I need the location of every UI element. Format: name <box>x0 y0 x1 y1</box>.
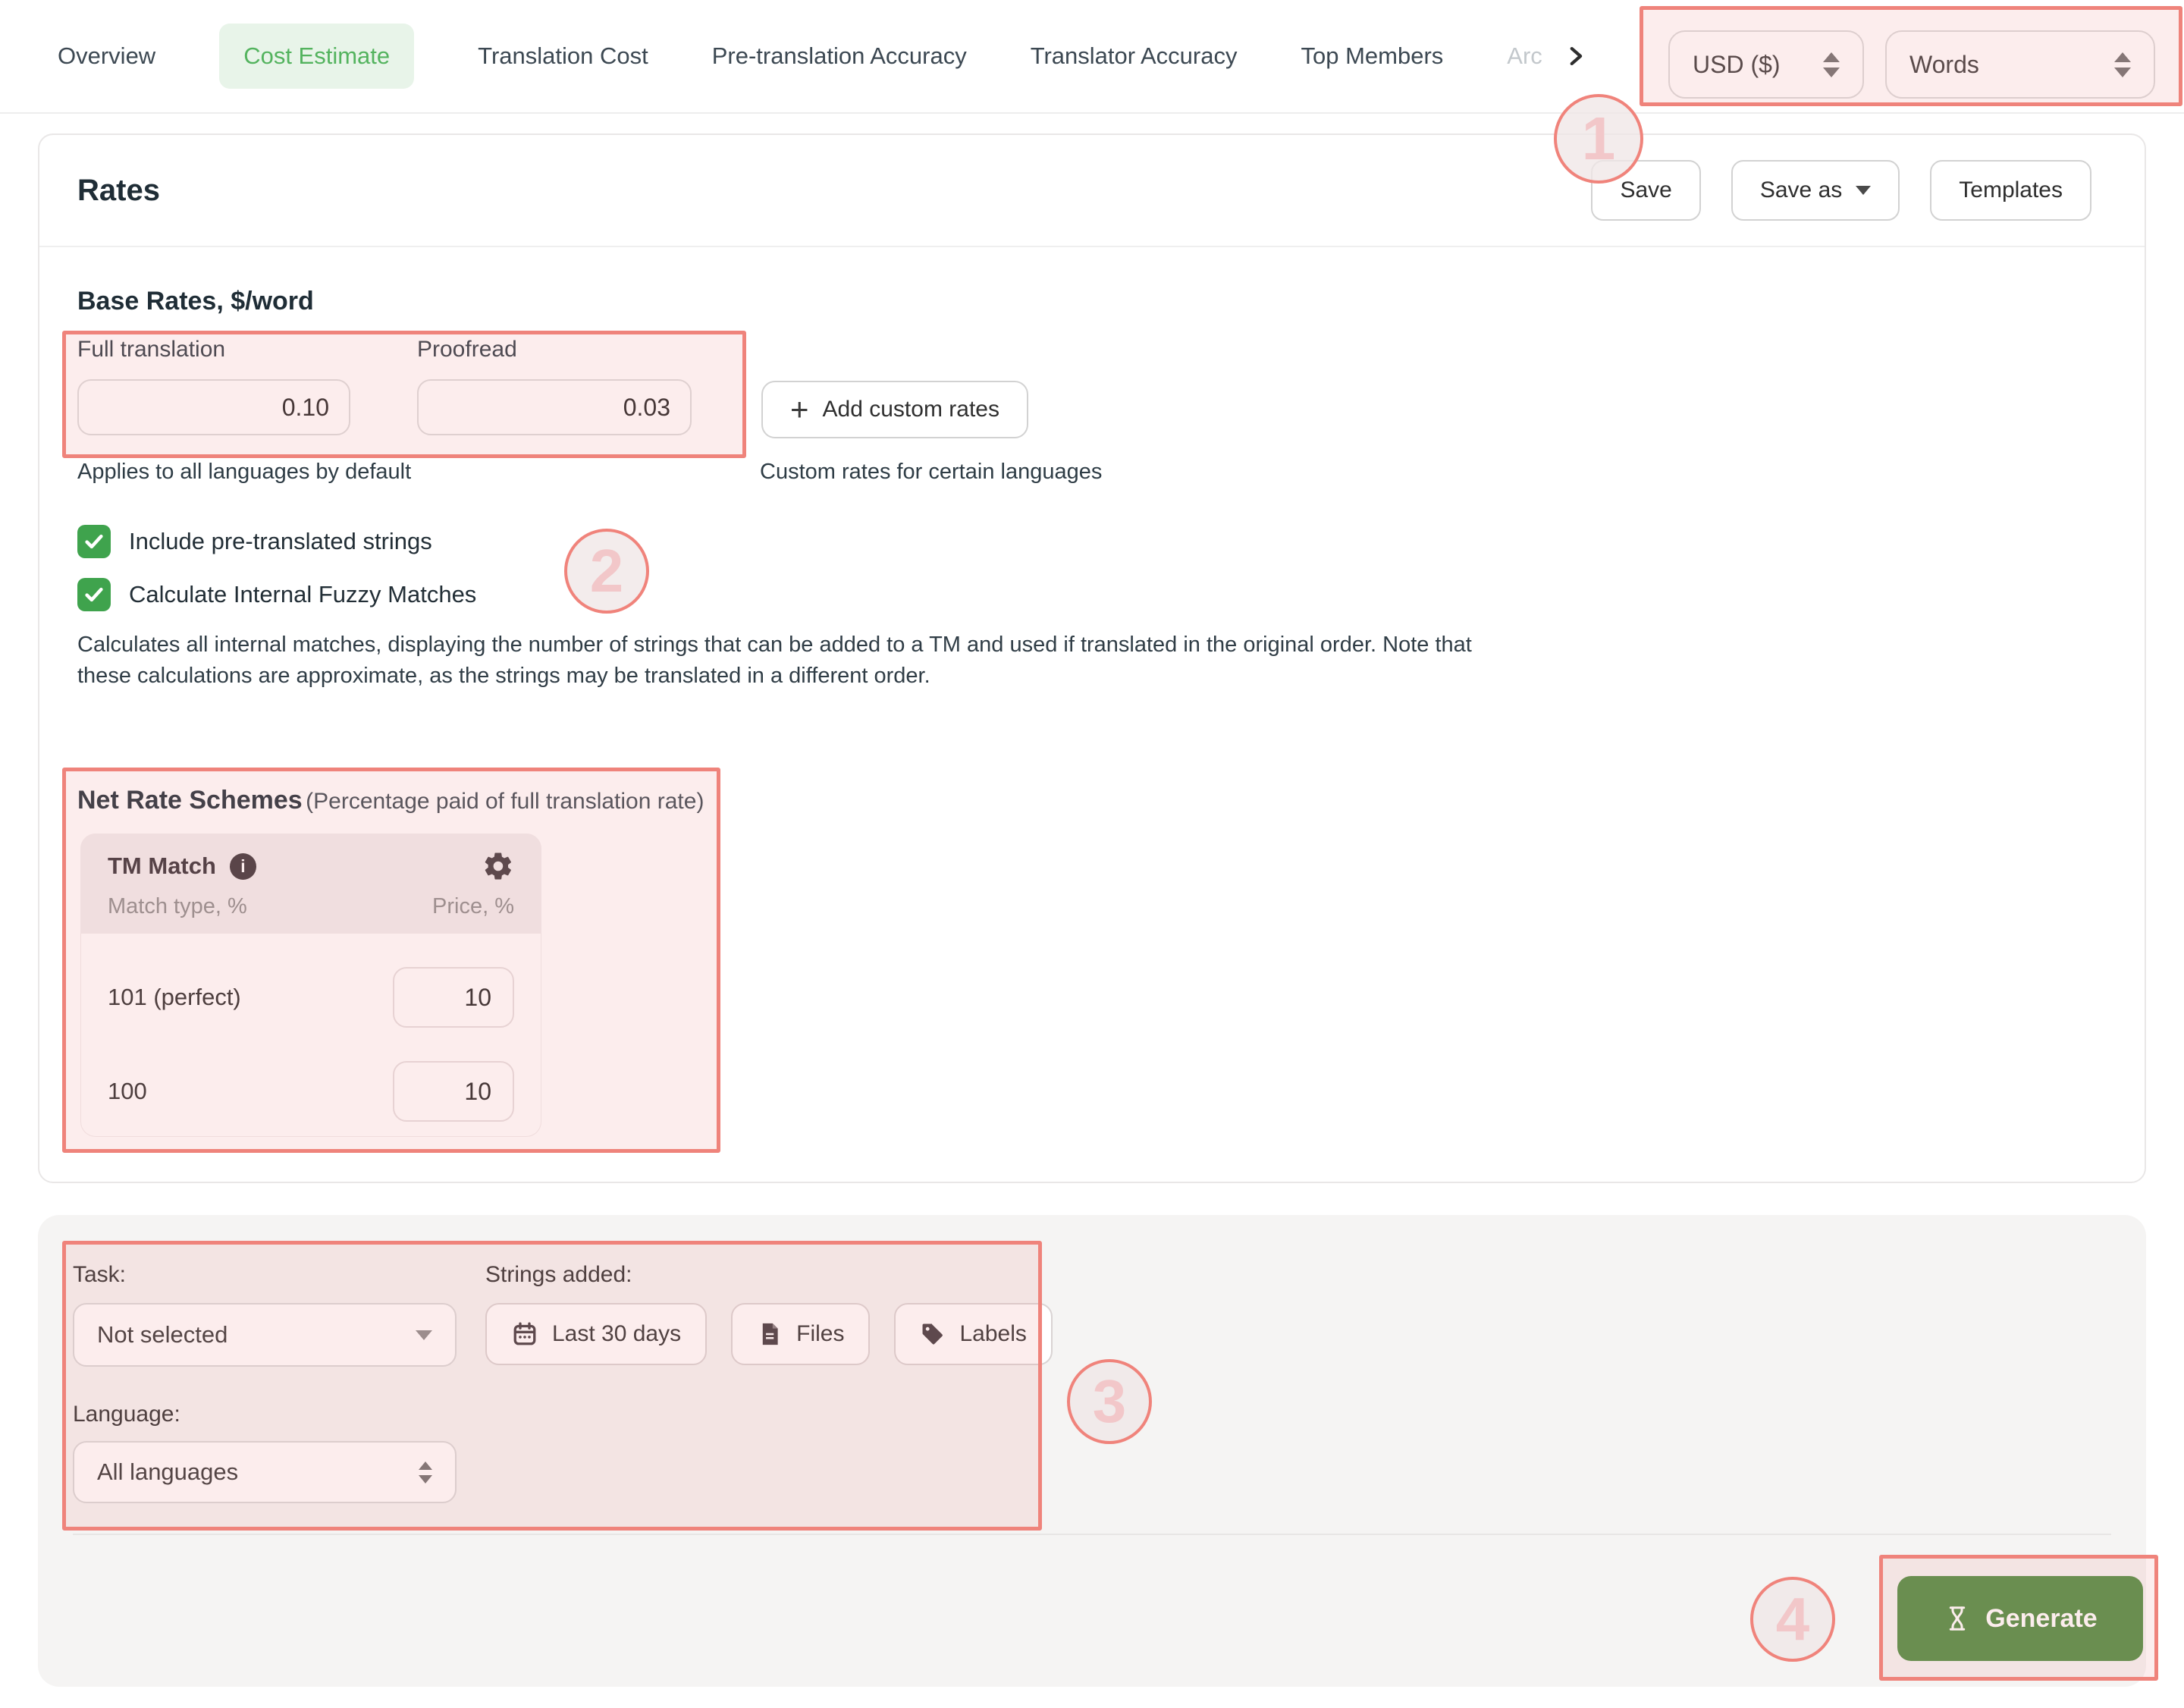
chevron-down-icon <box>416 1330 432 1340</box>
tab-overview[interactable]: Overview <box>58 42 155 70</box>
tab-archive-truncated[interactable]: Arc <box>1507 42 1542 70</box>
tm-match-header: TM Match i Match type, % Price, % <box>80 834 541 934</box>
tab-translation-cost[interactable]: Translation Cost <box>478 42 648 70</box>
generate-button-label: Generate <box>1985 1604 2097 1634</box>
tm-match-row: 101 (perfect) <box>108 959 514 1035</box>
hourglass-icon <box>1943 1604 1972 1633</box>
net-rate-schemes-title: Net Rate Schemes <box>77 786 303 815</box>
check-icon <box>83 583 105 606</box>
chevron-down-icon <box>1856 186 1871 195</box>
currency-select[interactable]: USD ($) <box>1668 30 1864 99</box>
tab-cost-estimate[interactable]: Cost Estimate <box>219 24 414 89</box>
select-updown-icon <box>1823 52 1840 77</box>
files-filter-button[interactable]: Files <box>731 1303 870 1365</box>
include-pretranslated-label: Include pre-translated strings <box>129 528 432 555</box>
strings-added-label: Strings added: <box>485 1262 632 1288</box>
save-button[interactable]: Save <box>1591 160 1700 221</box>
report-generator-panel: Task: Not selected Strings added: Last 3… <box>38 1215 2146 1687</box>
last-30-days-label: Last 30 days <box>552 1321 681 1347</box>
tab-translator-accuracy[interactable]: Translator Accuracy <box>1031 42 1238 70</box>
task-select-value: Not selected <box>97 1321 228 1349</box>
tm-row-price-input[interactable] <box>393 1061 514 1122</box>
tab-top-members[interactable]: Top Members <box>1301 42 1443 70</box>
generate-button[interactable]: Generate <box>1897 1576 2143 1661</box>
tm-col-price: Price, % <box>432 894 514 919</box>
fuzzy-matches-label: Calculate Internal Fuzzy Matches <box>129 581 476 608</box>
tm-row-label: 100 <box>108 1078 147 1105</box>
tm-row-label: 101 (perfect) <box>108 984 241 1011</box>
include-pretranslated-checkbox[interactable] <box>77 525 111 558</box>
rates-card: Rates Save Save as Templates Base Rates,… <box>38 133 2146 1183</box>
language-select-value: All languages <box>97 1458 238 1486</box>
language-select[interactable]: All languages <box>73 1441 457 1503</box>
tm-match-title: TM Match <box>108 852 216 880</box>
page-title: Rates <box>77 174 160 208</box>
include-pretranslated-row: Include pre-translated strings <box>77 525 432 558</box>
select-updown-icon <box>419 1462 432 1484</box>
proofread-label: Proofread <box>417 337 517 363</box>
language-label: Language: <box>73 1402 180 1427</box>
task-select[interactable]: Not selected <box>73 1303 457 1367</box>
net-rate-schemes-heading: Net Rate Schemes (Percentage paid of ful… <box>77 786 704 815</box>
unit-select[interactable]: Words <box>1885 30 2155 99</box>
fuzzy-description: Calculates all internal matches, display… <box>77 630 1503 692</box>
check-icon <box>83 530 105 553</box>
tm-row-price-input[interactable] <box>393 967 514 1028</box>
tm-match-row: 100 <box>108 1053 514 1129</box>
rates-card-header: Rates Save Save as Templates <box>39 135 2145 247</box>
proofread-input[interactable] <box>417 379 692 435</box>
tabs-scroll-right-chevron-icon[interactable] <box>1562 43 1588 69</box>
gear-icon[interactable] <box>482 850 514 882</box>
tm-col-match-type: Match type, % <box>108 894 247 919</box>
full-translation-input[interactable] <box>77 379 350 435</box>
labels-label: Labels <box>959 1321 1026 1347</box>
tag-icon <box>920 1321 946 1347</box>
net-rate-schemes-subtitle: (Percentage paid of full translation rat… <box>306 789 704 814</box>
labels-filter-button[interactable]: Labels <box>894 1303 1052 1365</box>
templates-button-label: Templates <box>1959 177 2063 203</box>
tm-match-card: TM Match i Match type, % Price, % 101 (p… <box>80 834 541 1137</box>
tab-pre-translation-accuracy[interactable]: Pre-translation Accuracy <box>712 42 967 70</box>
save-as-button[interactable]: Save as <box>1731 160 1900 221</box>
last-30-days-filter-button[interactable]: Last 30 days <box>485 1303 707 1365</box>
base-rates-note: Applies to all languages by default <box>77 460 411 485</box>
calendar-icon <box>511 1320 538 1348</box>
files-label: Files <box>796 1321 844 1347</box>
templates-button[interactable]: Templates <box>1930 160 2091 221</box>
info-icon[interactable]: i <box>230 853 256 880</box>
full-translation-label: Full translation <box>77 337 225 363</box>
save-as-button-label: Save as <box>1760 177 1842 203</box>
base-rates-heading: Base Rates, $/word <box>77 287 314 316</box>
currency-select-value: USD ($) <box>1693 51 1781 79</box>
add-custom-rates-label: Add custom rates <box>823 397 999 422</box>
fuzzy-matches-row: Calculate Internal Fuzzy Matches <box>77 578 476 611</box>
save-button-label: Save <box>1620 177 1671 203</box>
add-custom-rates-button[interactable]: + Add custom rates <box>761 381 1028 438</box>
select-updown-icon <box>2114 52 2131 77</box>
task-label: Task: <box>73 1262 126 1288</box>
unit-select-value: Words <box>1909 51 1979 79</box>
file-icon <box>757 1321 783 1347</box>
string-filters: Last 30 days Files Labels <box>485 1303 1053 1365</box>
fuzzy-matches-checkbox[interactable] <box>77 578 111 611</box>
custom-rates-note: Custom rates for certain languages <box>760 460 1102 485</box>
panel-divider <box>73 1534 2111 1535</box>
